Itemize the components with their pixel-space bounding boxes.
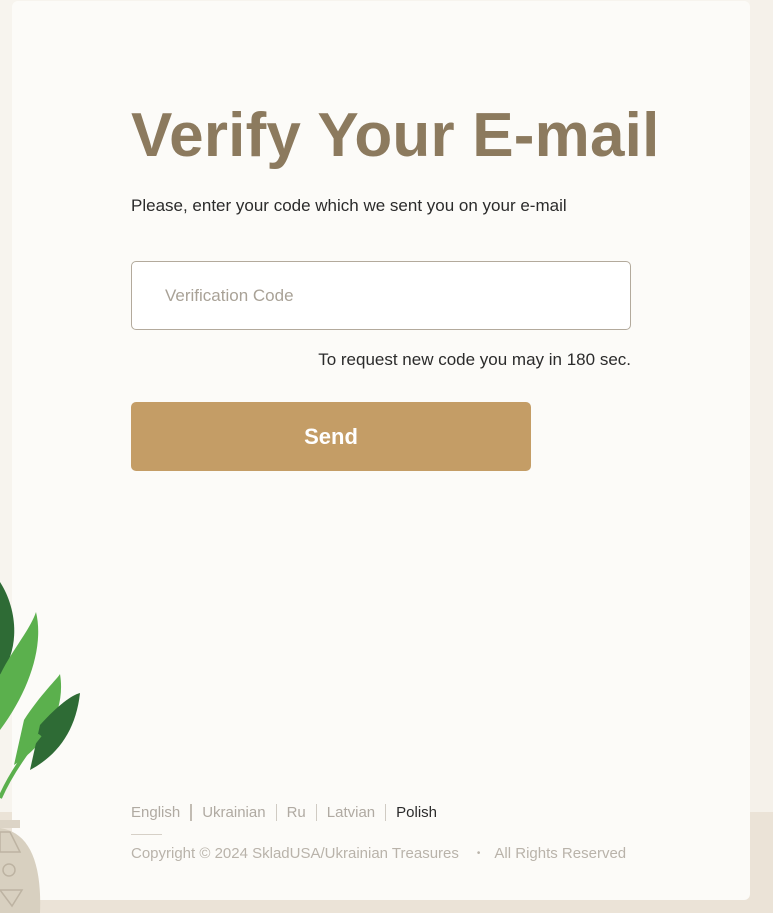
background-strip	[750, 0, 773, 812]
language-ukrainian[interactable]: Ukrainian	[202, 804, 265, 821]
language-english[interactable]: English	[131, 804, 180, 821]
footer-separator-dot: •	[476, 848, 481, 859]
language-divider	[190, 803, 193, 821]
language-divider	[385, 803, 387, 821]
language-ru[interactable]: Ru	[287, 804, 306, 821]
language-polish[interactable]: Polish	[396, 804, 437, 821]
page: Verify Your E-mail Please, enter your co…	[0, 0, 773, 913]
language-divider	[275, 803, 277, 821]
verification-code-input[interactable]	[131, 261, 631, 330]
rights-text: All Rights Reserved	[494, 845, 627, 862]
page-subtitle: Please, enter your code which we sent yo…	[131, 196, 567, 215]
language-divider	[315, 803, 317, 821]
resend-code-note: To request new code you may in 180 sec.	[318, 350, 631, 369]
footer-copyright: Copyright © 2024 SkladUSA/Ukrainian Trea…	[131, 845, 626, 862]
language-switcher: English Ukrainian Ru Latvian Polish	[131, 802, 437, 822]
page-title: Verify Your E-mail	[131, 101, 660, 170]
copyright-text: Copyright © 2024 SkladUSA/Ukrainian Trea…	[131, 845, 459, 862]
plant-vase-illustration	[0, 582, 80, 913]
send-button[interactable]: Send	[131, 402, 531, 471]
footer-divider	[131, 834, 162, 835]
language-latvian[interactable]: Latvian	[327, 804, 375, 821]
